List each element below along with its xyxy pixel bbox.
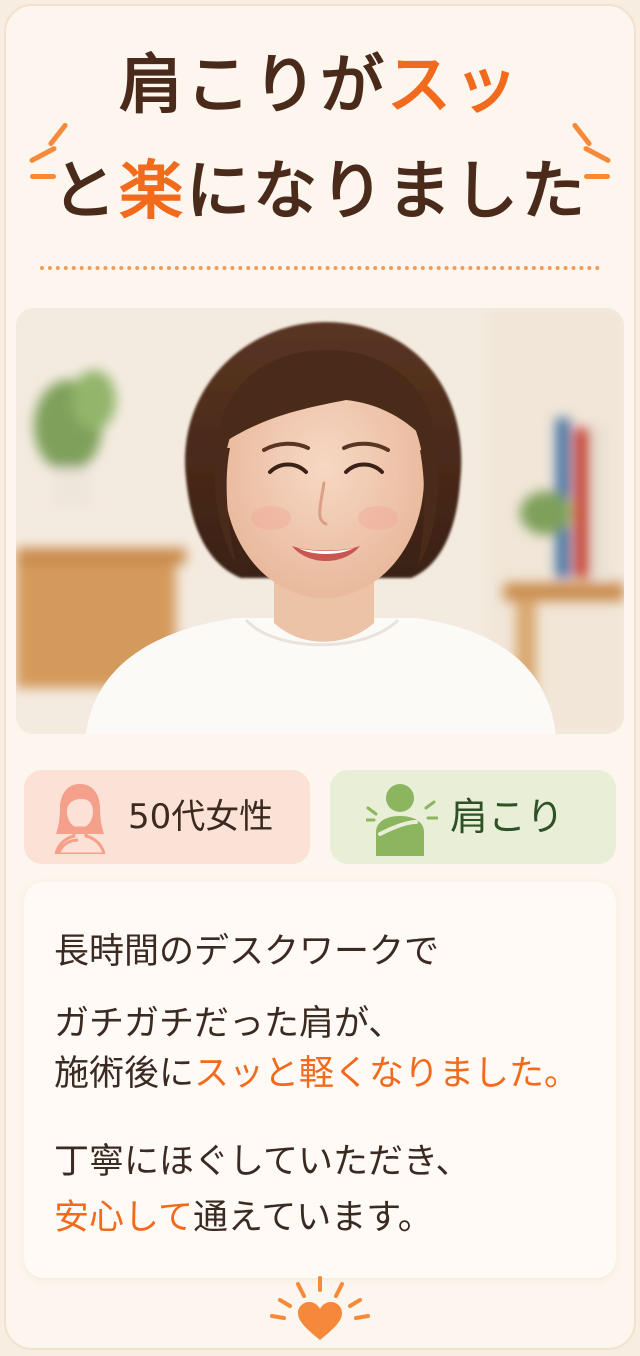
age-tag: 50代女性 <box>24 770 310 864</box>
testimonial-line-5-post: 通えています。 <box>192 1198 433 1238</box>
testimonial-box: 長時間のデスクワークで ガチガチだった肩が、 施術後にスッと軽くなりました。 丁… <box>24 882 616 1278</box>
symptom-tag-label: 肩こり <box>450 795 565 839</box>
customer-photo <box>16 308 624 734</box>
headline-post-text: になりました <box>186 155 588 229</box>
dotted-divider <box>40 266 600 270</box>
testimonial-line-3: 施術後にスッと軽くなりました。 <box>54 1050 579 1098</box>
customer-photo-image <box>16 308 624 734</box>
headline-accent-kanji: 楽 <box>119 155 186 229</box>
woman-icon <box>54 784 106 854</box>
testimonial-line-2: ガチガチだった肩が、 <box>54 1004 404 1044</box>
headline-main-text: 肩こりが <box>119 49 387 123</box>
age-tag-label: 50代女性 <box>128 797 274 837</box>
heart-icon <box>270 1276 370 1340</box>
testimonial-line-1: 長時間のデスクワークで <box>54 932 440 972</box>
testimonial-line-3-pre: 施術後に <box>54 1054 195 1094</box>
symptom-tag: 肩こり <box>330 770 616 864</box>
heart-decoration <box>250 1272 390 1352</box>
headline-line-2: と楽になりました <box>0 154 640 230</box>
testimonial-line-4: 丁寧にほぐしていただき、 <box>54 1142 471 1182</box>
testimonial-line-5: 安心して通えています。 <box>54 1194 433 1242</box>
shoulder-pain-icon <box>366 784 438 856</box>
headline-pre-text: と <box>52 155 119 229</box>
headline-accent-text: スッ <box>387 49 521 123</box>
testimonial-highlight-1: スッと軽くなりました。 <box>194 1054 580 1094</box>
headline-line-1: 肩こりがスッ <box>0 48 640 124</box>
testimonial-highlight-2: 安心して <box>54 1198 193 1238</box>
